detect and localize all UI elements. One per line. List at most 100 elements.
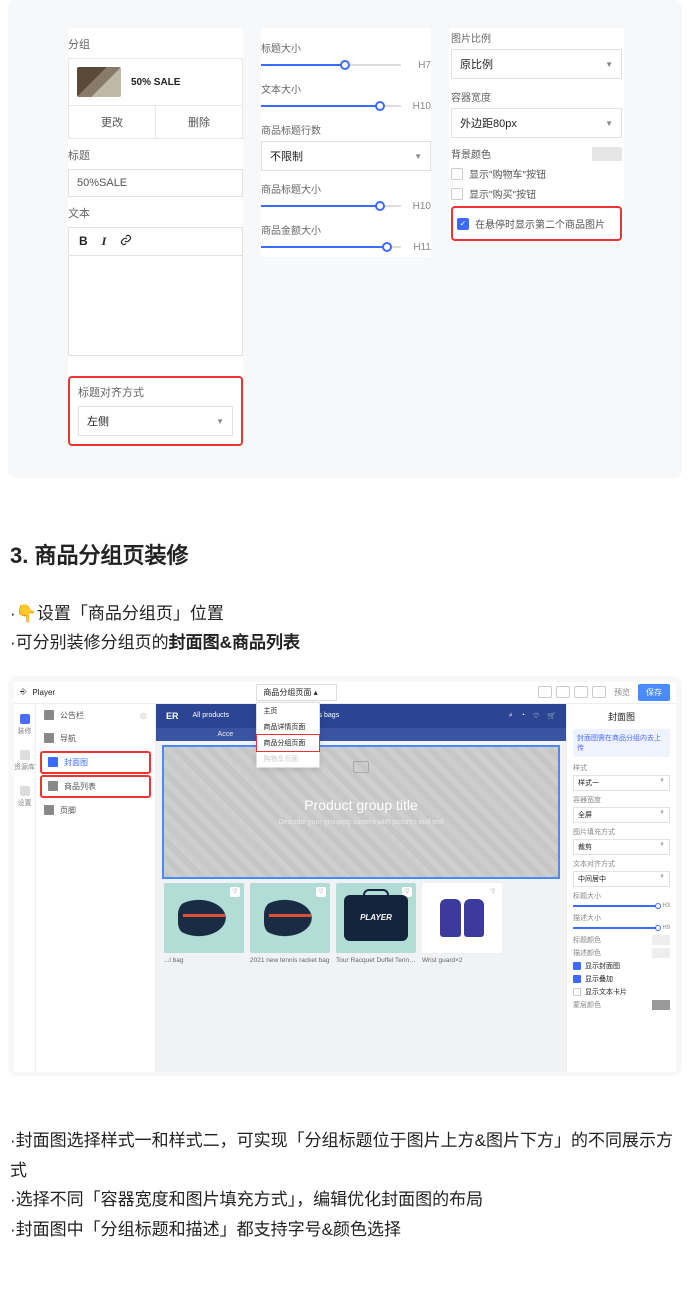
- opt-hover[interactable]: ✓在悬停时显示第二个商品图片: [457, 216, 616, 231]
- rtf-textarea[interactable]: [68, 256, 243, 356]
- layer-panel: 公告栏◎ 导航 封面图 商品列表 页脚: [36, 704, 156, 1072]
- lp-cover[interactable]: 封面图: [40, 751, 151, 774]
- rp-hint: 封面图需在商品分组内去上传: [573, 729, 670, 757]
- price-size-val: H11: [409, 242, 431, 253]
- heart-icon[interactable]: ♡: [533, 712, 539, 720]
- rail-settings[interactable]: 设置: [18, 786, 32, 808]
- search-icon[interactable]: ⌕: [509, 712, 513, 720]
- para-3: ·封面图中「分组标题和描述」都支持字号&颜色选择: [10, 1215, 680, 1245]
- placeholder-image-icon: [353, 761, 369, 773]
- delete-button[interactable]: 删除: [156, 106, 242, 138]
- rp-width-select[interactable]: 全屏: [573, 807, 670, 823]
- back-icon[interactable]: ⎆: [20, 687, 26, 697]
- site-brand: ER: [166, 711, 179, 721]
- lp-nav[interactable]: 导航: [36, 727, 155, 750]
- lp-announce[interactable]: 公告栏◎: [36, 704, 155, 727]
- lines-label: 商品标题行数: [261, 122, 431, 137]
- lp-footer[interactable]: 页脚: [36, 799, 155, 822]
- text-size-label: 文本大小: [261, 81, 431, 96]
- rp-title: 封面图: [573, 710, 670, 723]
- tablet-icon[interactable]: [556, 686, 570, 698]
- overlay-color-swatch[interactable]: [652, 1000, 670, 1010]
- product-3[interactable]: ♡PLAYER Tour Racquet Duffel Tennis...: [336, 883, 416, 964]
- eye-icon: ◎: [140, 711, 147, 720]
- rp-style-select[interactable]: 样式一: [573, 775, 670, 791]
- ptitle-size-slider[interactable]: [261, 200, 401, 212]
- rp-title-slider[interactable]: H3: [573, 903, 670, 909]
- cover-title: Product group title: [304, 797, 418, 813]
- device-icons: [538, 686, 606, 698]
- dd-detail[interactable]: 商品详情页面: [257, 719, 319, 735]
- cover-block[interactable]: Product group title Describe your groupi…: [164, 747, 558, 877]
- rp-show-overlay[interactable]: 显示叠加: [573, 974, 670, 984]
- list-icon: [48, 781, 58, 791]
- heart-icon: ♡: [316, 887, 326, 897]
- opt-cart[interactable]: 显示"购物车"按钮: [451, 166, 622, 181]
- breadcrumb: Accessories > ...Acce: [156, 728, 566, 741]
- ptitle-size-val: H10: [409, 201, 431, 212]
- ptitle-size-label: 商品标题大小: [261, 181, 431, 196]
- full-icon[interactable]: [592, 686, 606, 698]
- price-size-label: 商品金额大小: [261, 222, 431, 237]
- dd-cart[interactable]: 购物车页面: [257, 751, 319, 767]
- title-label: 标题: [68, 147, 243, 163]
- width-label: 容器宽度: [451, 89, 622, 104]
- left-rail: 装修 资源库 设置: [14, 704, 36, 1072]
- text-size-slider[interactable]: [261, 100, 401, 112]
- group-actions: 更改 删除: [69, 106, 242, 138]
- width-select[interactable]: 外边距80px: [451, 108, 622, 138]
- price-size-slider[interactable]: [261, 241, 401, 253]
- mobile-icon[interactable]: [574, 686, 588, 698]
- product-4[interactable]: ♡ Wrist guard×2: [422, 883, 502, 964]
- dd-home[interactable]: 主页: [257, 703, 319, 719]
- rp-align-select[interactable]: 中间居中: [573, 871, 670, 887]
- nav-all[interactable]: All products: [193, 712, 230, 719]
- page-dropdown-menu: 主页 商品详情页面 商品分组页面 购物车页面: [256, 702, 320, 768]
- heart-icon: ♡: [488, 887, 498, 897]
- preview-canvas: ER All products Tennis rackets Tennis ba…: [156, 704, 566, 1072]
- lines-select[interactable]: 不限制: [261, 141, 431, 171]
- bg-swatch[interactable]: [592, 147, 622, 161]
- rail-decorate[interactable]: 装修: [18, 714, 32, 736]
- text-label: 文本: [68, 205, 243, 221]
- rp-show-cover[interactable]: 显示封面图: [573, 961, 670, 971]
- title-size-label: 标题大小: [261, 40, 431, 55]
- thumb-label: 50% SALE: [131, 77, 180, 88]
- rp-desc-slider[interactable]: H9: [573, 925, 670, 931]
- site-header: ER All products Tennis rackets Tennis ba…: [156, 704, 566, 728]
- editor-screenshot: ⎆ Player 商品分组页面 ▴ 主页 商品详情页面 商品分组页面 购物车页面…: [8, 676, 682, 1076]
- group-label: 分组: [68, 36, 243, 52]
- cover-desc: Describe your grouping content with pict…: [279, 819, 444, 826]
- preview-button[interactable]: 预览: [614, 687, 630, 698]
- rail-assets[interactable]: 资源库: [14, 750, 35, 772]
- change-button[interactable]: 更改: [69, 106, 156, 138]
- heart-icon: ♡: [230, 887, 240, 897]
- link-icon[interactable]: [120, 234, 132, 249]
- image-icon: [48, 757, 58, 767]
- title-color-swatch[interactable]: [652, 935, 670, 945]
- desc-color-swatch[interactable]: [652, 948, 670, 958]
- italic-icon[interactable]: I: [102, 234, 107, 249]
- thumb-image: [77, 67, 121, 97]
- lp-list[interactable]: 商品列表: [40, 775, 151, 798]
- align-label: 标题对齐方式: [78, 384, 233, 400]
- title-size-slider[interactable]: [261, 59, 401, 71]
- product-1[interactable]: ♡ ...l bag: [164, 883, 244, 964]
- desktop-icon[interactable]: [538, 686, 552, 698]
- rp-fill-select[interactable]: 裁剪: [573, 839, 670, 855]
- dd-group[interactable]: 商品分组页面: [257, 735, 319, 751]
- align-select[interactable]: 左侧: [78, 406, 233, 436]
- rp-show-card[interactable]: 显示文本卡片: [573, 987, 670, 997]
- user-icon[interactable]: ◔: [521, 712, 525, 720]
- product-2[interactable]: ♡ 2021 new tennis racket bag: [250, 883, 330, 964]
- product-row: ♡ ...l bag ♡ 2021 new tennis racket bag …: [156, 883, 566, 964]
- save-button[interactable]: 保存: [638, 684, 670, 701]
- page-select[interactable]: 商品分组页面 ▴: [256, 684, 336, 701]
- pointer-emoji: 👇: [16, 604, 37, 623]
- cart-icon[interactable]: 🛒: [547, 712, 556, 720]
- bold-icon[interactable]: B: [79, 234, 88, 249]
- opt-buy[interactable]: 显示"购买"按钮: [451, 186, 622, 201]
- group-thumb-row: 50% SALE: [69, 59, 242, 106]
- title-input[interactable]: [68, 169, 243, 197]
- ratio-select[interactable]: 原比例: [451, 49, 622, 79]
